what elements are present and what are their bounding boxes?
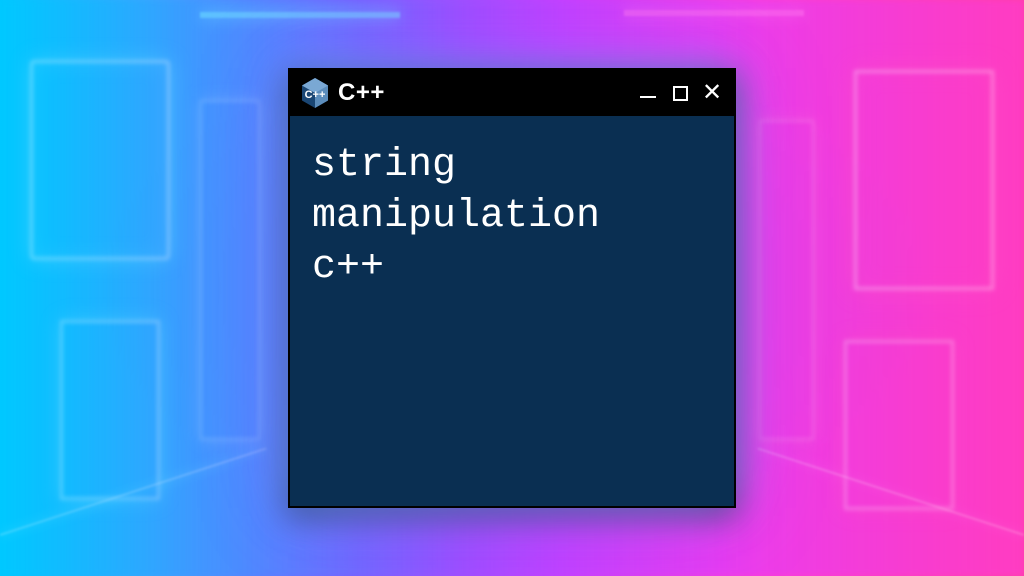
window-controls: ✕ (638, 83, 722, 103)
titlebar[interactable]: C++ C++ ✕ (290, 70, 734, 116)
maximize-button[interactable] (670, 83, 690, 103)
close-button[interactable]: ✕ (702, 83, 722, 103)
terminal-content: string manipulation c++ (290, 116, 734, 318)
titlebar-left: C++ C++ (302, 78, 385, 108)
window-title: C++ (338, 79, 385, 107)
svg-text:C++: C++ (305, 89, 326, 101)
terminal-window: C++ C++ ✕ string manipulation c++ (288, 68, 736, 508)
cpp-icon: C++ (302, 78, 328, 108)
minimize-button[interactable] (638, 83, 658, 103)
